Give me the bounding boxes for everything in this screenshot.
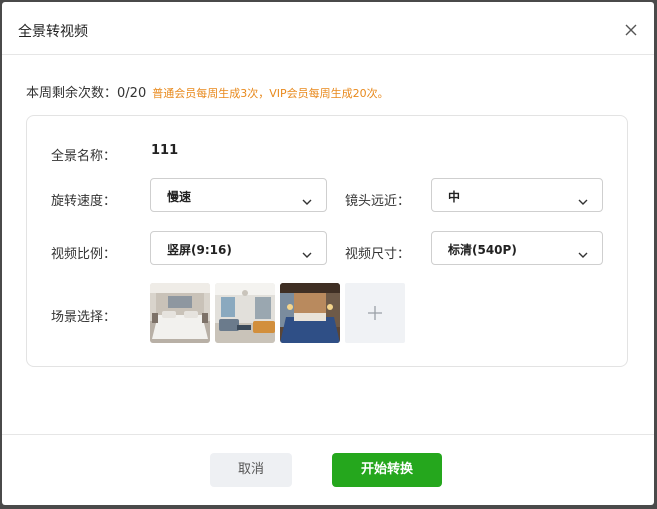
ratio-select[interactable]: 竖屏(9:16) (150, 231, 327, 265)
speed-label: 旋转速度： (51, 194, 117, 209)
distance-value: 中 (448, 190, 461, 204)
chevron-down-icon (302, 191, 312, 205)
scene-label: 场景选择： (51, 310, 117, 325)
cancel-button[interactable]: 取消 (210, 453, 292, 487)
speed-value: 慢速 (167, 190, 192, 204)
quota-label: 本周剩余次数： (26, 86, 118, 101)
quota-value: 0/20 (117, 86, 147, 101)
dialog-header: 全景转视频 (2, 2, 654, 55)
name-label: 全景名称： (51, 149, 117, 164)
ratio-value: 竖屏(9:16) (167, 243, 232, 257)
dialog-footer: 取消 开始转换 (2, 434, 654, 505)
chevron-down-icon (302, 244, 312, 258)
scene-thumbnail-2[interactable] (215, 283, 275, 343)
add-scene-button[interactable] (345, 283, 405, 343)
plus-icon (368, 306, 382, 320)
ratio-label: 视频比例： (51, 247, 117, 262)
size-select[interactable]: 标清(540P) (431, 231, 603, 265)
size-label: 视频尺寸： (345, 247, 411, 262)
name-value: 111 (151, 143, 179, 158)
speed-select[interactable]: 慢速 (150, 178, 327, 212)
chevron-down-icon (578, 191, 588, 205)
chevron-down-icon (578, 244, 588, 258)
dialog-title: 全景转视频 (18, 24, 88, 40)
distance-select[interactable]: 中 (431, 178, 603, 212)
size-value: 标清(540P) (448, 243, 517, 257)
panorama-to-video-dialog: 全景转视频 本周剩余次数：0/20 普通会员每周生成3次，VIP会员每周生成20次… (2, 2, 654, 505)
weekly-quota: 本周剩余次数：0/20 普通会员每周生成3次，VIP会员每周生成20次。 (26, 82, 389, 101)
distance-label: 镜头远近： (345, 194, 411, 209)
close-icon[interactable] (624, 22, 638, 36)
scene-thumbnail-3[interactable] (280, 283, 340, 343)
quota-note: 普通会员每周生成3次，VIP会员每周生成20次。 (152, 87, 389, 100)
start-convert-button[interactable]: 开始转换 (332, 453, 442, 487)
scene-thumbnail-1[interactable] (150, 283, 210, 343)
settings-card: 全景名称： 111 旋转速度： 慢速 镜头远近： 中 视频比例： 竖屏(9:16… (26, 115, 628, 367)
